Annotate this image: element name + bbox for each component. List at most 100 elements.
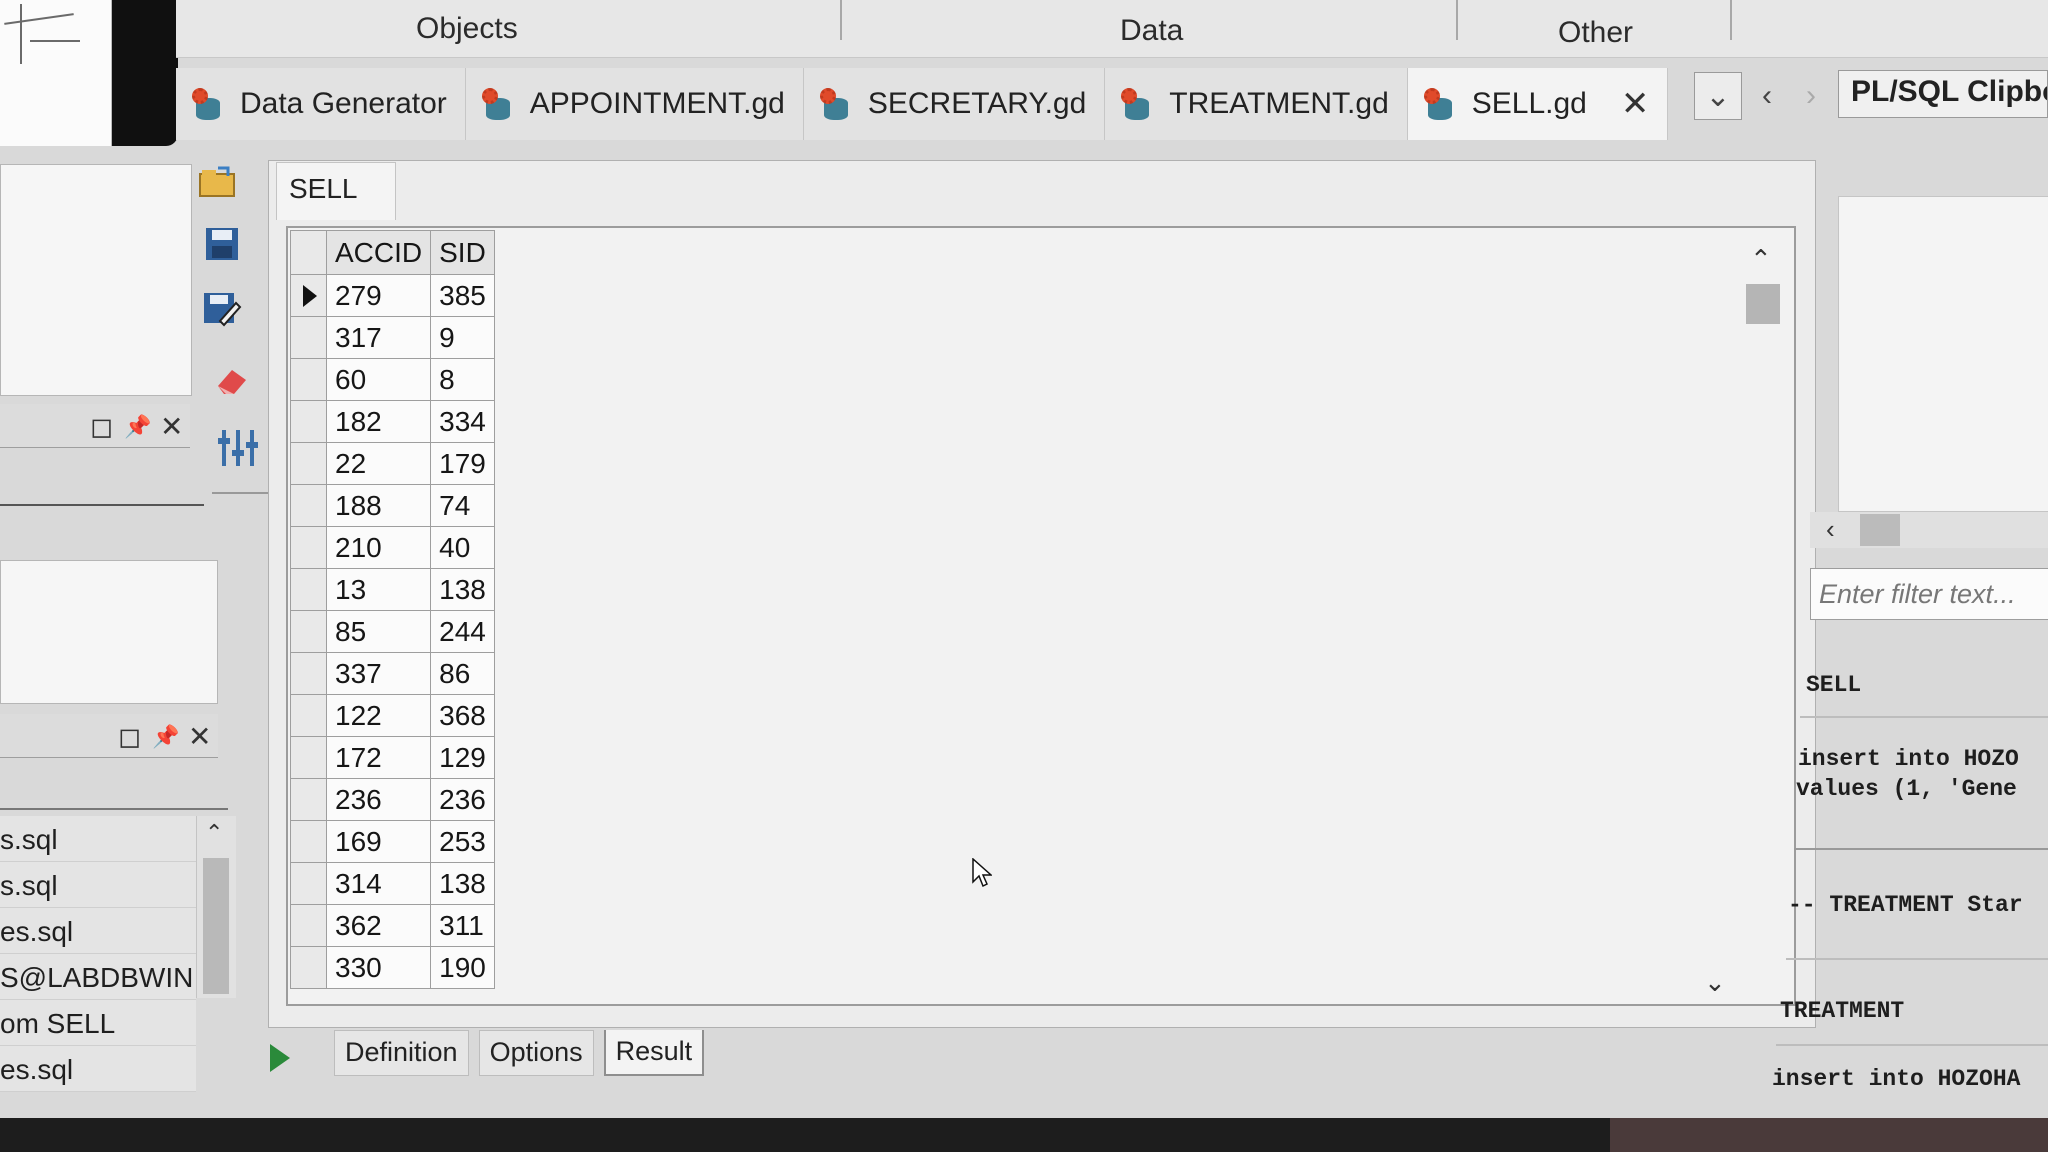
clipboard-filter-input[interactable]: Enter filter text...	[1810, 568, 2048, 620]
cell-accid[interactable]: 85	[325, 610, 432, 653]
tab-list-dropdown[interactable]: ⌄	[1694, 72, 1742, 120]
tab-scroll-right[interactable]: ›	[1796, 72, 1826, 120]
grid-vertical-scrollbar[interactable]: ⌃ ⌄	[1704, 240, 1782, 1000]
tab-treatment[interactable]: TREATMENT.gd	[1105, 68, 1408, 140]
clipboard-entry-line[interactable]: insert into HOZO	[1798, 746, 2019, 772]
table-row[interactable]: 314 138	[290, 862, 496, 905]
clipboard-entry-title[interactable]: SELL	[1806, 672, 1861, 698]
cell-sid[interactable]: 311	[430, 904, 496, 947]
cell-sid[interactable]: 253	[430, 820, 496, 863]
save-icon[interactable]	[200, 222, 244, 266]
cell-accid[interactable]: 236	[325, 778, 432, 821]
open-folder-icon[interactable]	[196, 160, 240, 204]
cell-sid[interactable]: 385	[430, 274, 496, 317]
table-row[interactable]: 85 244	[290, 610, 496, 653]
table-row[interactable]: 279 385	[290, 274, 496, 317]
tab-secretary[interactable]: SECRETARY.gd	[803, 68, 1106, 140]
cell-accid[interactable]: 210	[325, 526, 432, 569]
cell-accid[interactable]: 60	[325, 358, 432, 401]
cell-accid[interactable]: 182	[325, 400, 432, 443]
cell-accid[interactable]: 13	[325, 568, 432, 611]
table-row[interactable]: 188 74	[290, 484, 496, 527]
run-icon[interactable]	[266, 1040, 306, 1080]
cell-sid[interactable]: 334	[430, 400, 496, 443]
table-row[interactable]: 172 129	[290, 736, 496, 779]
maximize-icon[interactable]: ◻	[118, 720, 141, 753]
column-header-sid[interactable]: SID	[430, 230, 496, 275]
cell-accid[interactable]: 279	[325, 274, 432, 317]
list-item[interactable]: es.sql	[0, 1046, 196, 1092]
category-objects[interactable]: Objects	[416, 12, 518, 46]
table-row[interactable]: 210 40	[290, 526, 496, 569]
close-icon[interactable]: ✕	[1621, 84, 1650, 124]
table-row[interactable]: 182 334	[290, 400, 496, 443]
plsql-clipboard-tab[interactable]: PL/SQL Clipboa	[1838, 70, 2048, 118]
cell-sid[interactable]: 368	[430, 694, 496, 737]
clipboard-entry-line[interactable]: values (1, 'Gene	[1796, 776, 2017, 802]
cell-accid[interactable]: 172	[325, 736, 432, 779]
table-row[interactable]: 169 253	[290, 820, 496, 863]
cell-accid[interactable]: 362	[325, 904, 432, 947]
file-list-scrollbar[interactable]: ⌃	[196, 816, 236, 998]
scrollbar-thumb[interactable]	[1746, 284, 1780, 324]
cell-accid[interactable]: 22	[325, 442, 432, 485]
cell-sid[interactable]: 236	[430, 778, 496, 821]
table-row[interactable]: 337 86	[290, 652, 496, 695]
column-header-accid[interactable]: ACCID	[325, 230, 432, 275]
table-row[interactable]: 362 311	[290, 904, 496, 947]
list-item[interactable]: s.sql	[0, 862, 196, 908]
table-row[interactable]: 13 138	[290, 568, 496, 611]
cell-sid[interactable]: 244	[430, 610, 496, 653]
cell-accid[interactable]: 330	[325, 946, 432, 989]
chevron-left-icon[interactable]: ‹	[1826, 514, 1835, 545]
clipboard-entry-line[interactable]: insert into HOZOHA	[1772, 1066, 2020, 1092]
tab-data-generator[interactable]: Data Generator	[176, 68, 466, 140]
tab-definition[interactable]: Definition	[334, 1030, 469, 1076]
cell-accid[interactable]: 337	[325, 652, 432, 695]
cell-sid[interactable]: 9	[430, 316, 496, 359]
chevron-up-icon[interactable]: ⌃	[1750, 244, 1772, 275]
list-item[interactable]: S@LABDBWIN	[0, 954, 196, 1000]
cell-accid[interactable]: 317	[325, 316, 432, 359]
category-other[interactable]: Other	[1558, 16, 1633, 50]
save-as-icon[interactable]	[200, 286, 244, 330]
cell-sid[interactable]: 8	[430, 358, 496, 401]
category-data[interactable]: Data	[1120, 14, 1183, 48]
cell-sid[interactable]: 129	[430, 736, 496, 779]
clipboard-entry-title[interactable]: TREATMENT	[1780, 998, 1904, 1024]
cell-sid[interactable]: 138	[430, 862, 496, 905]
table-row[interactable]: 330 190	[290, 946, 496, 989]
cell-sid[interactable]: 179	[430, 442, 496, 485]
chevron-up-icon[interactable]: ⌃	[205, 820, 223, 846]
table-row[interactable]: 122 368	[290, 694, 496, 737]
list-item[interactable]: es.sql	[0, 908, 196, 954]
tab-result[interactable]: Result	[603, 1030, 705, 1076]
table-row[interactable]: 22 179	[290, 442, 496, 485]
close-icon[interactable]: ✕	[160, 410, 183, 443]
table-row[interactable]: 236 236	[290, 778, 496, 821]
scrollbar-thumb[interactable]	[1860, 514, 1900, 546]
cell-accid[interactable]: 122	[325, 694, 432, 737]
chevron-down-icon[interactable]: ⌄	[1704, 967, 1726, 998]
scrollbar-thumb[interactable]	[203, 858, 229, 994]
clipboard-horizontal-scrollbar[interactable]: ‹	[1810, 512, 2048, 548]
cell-sid[interactable]: 190	[430, 946, 496, 989]
list-item[interactable]: s.sql	[0, 816, 196, 862]
table-row[interactable]: 317 9	[290, 316, 496, 359]
tab-sell[interactable]: SELL.gd ✕	[1407, 68, 1669, 140]
eraser-icon[interactable]	[210, 358, 254, 402]
list-item[interactable]: om SELL	[0, 1000, 196, 1046]
pin-icon[interactable]: 📌	[124, 414, 151, 440]
clipboard-entry-comment[interactable]: -- TREATMENT Star	[1788, 892, 2023, 918]
cell-accid[interactable]: 188	[325, 484, 432, 527]
cell-sid[interactable]: 74	[430, 484, 496, 527]
close-icon[interactable]: ✕	[188, 720, 211, 753]
tab-options[interactable]: Options	[478, 1030, 594, 1076]
cell-accid[interactable]: 314	[325, 862, 432, 905]
pin-icon[interactable]: 📌	[152, 724, 179, 750]
cell-accid[interactable]: 169	[325, 820, 432, 863]
cell-sid[interactable]: 86	[430, 652, 496, 695]
cell-sid[interactable]: 40	[430, 526, 496, 569]
table-row[interactable]: 60 8	[290, 358, 496, 401]
maximize-icon[interactable]: ◻	[90, 410, 113, 443]
